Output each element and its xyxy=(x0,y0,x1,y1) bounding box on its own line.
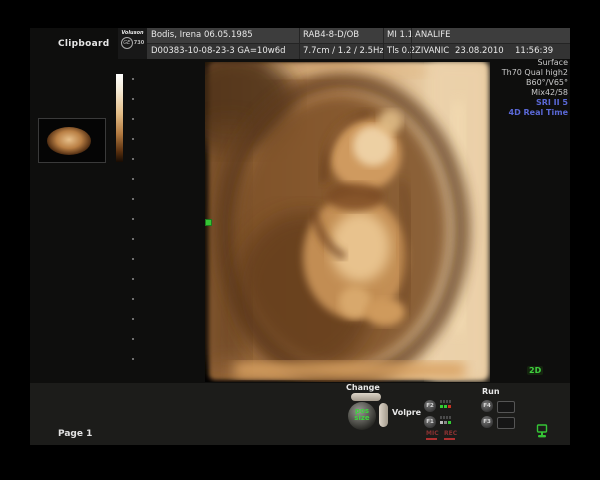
image-edge-marker xyxy=(205,219,212,226)
clipboard-label: Clipboard xyxy=(58,39,110,49)
screen-area: Clipboard Voluson GE 730 Bodis, Irena 06… xyxy=(30,28,570,445)
depth-gain-freq: 7.7cm / 1.2 / 2.5Hz xyxy=(303,46,384,56)
rec-label: REC xyxy=(444,430,457,437)
mic-indicator-bar xyxy=(426,438,437,440)
date-label: 23.08.2010 xyxy=(455,46,504,56)
mi-value: MI 1.1 xyxy=(387,30,413,40)
divider xyxy=(411,28,412,59)
time-label: 11:56:39 xyxy=(515,46,553,56)
volpre-label: Volpre xyxy=(392,408,421,417)
monitor: Clipboard Voluson GE 730 Bodis, Irena 06… xyxy=(0,0,600,480)
ultrasound-image[interactable] xyxy=(205,62,490,382)
probe-label: RAB4-8-D/OB xyxy=(303,30,359,40)
divider xyxy=(383,28,384,59)
divider xyxy=(299,28,300,59)
save-device-icon xyxy=(536,424,548,443)
f2-key[interactable]: F2 xyxy=(424,400,436,412)
patient-id-ga: D00383-10-08-23-3 GA=10w6d xyxy=(151,46,286,56)
volpre-button[interactable] xyxy=(379,403,388,427)
ge-monogram-icon: GE xyxy=(121,37,133,49)
change-button[interactable] xyxy=(351,393,381,401)
rec-level-meter xyxy=(440,416,456,427)
f1-key[interactable]: F1 xyxy=(424,416,436,428)
info-row-bottom: D00383-10-08-23-3 GA=10w6d 7.7cm / 1.2 /… xyxy=(147,44,570,59)
fetus-4d-render xyxy=(205,62,490,382)
f4-key[interactable]: F4 xyxy=(481,400,493,412)
patient-info-bar: Bodis, Irena 06.05.1985 RAB4-8-D/OB MI 1… xyxy=(147,28,570,59)
patient-name-dob: Bodis, Irena 06.05.1985 xyxy=(151,30,253,40)
trackball-button[interactable]: pos size xyxy=(348,402,376,430)
mic-label: MIC xyxy=(426,430,439,437)
operator-label: ZIVANIC xyxy=(415,46,449,56)
change-label: Change xyxy=(346,383,380,392)
page-indicator: Page 1 xyxy=(58,429,92,439)
f4-status-box xyxy=(497,401,515,413)
mode-2d-badge: 2D xyxy=(527,366,543,375)
f3-status-box xyxy=(497,417,515,429)
facility-label: ANALIFE xyxy=(415,30,451,40)
f3-key[interactable]: F3 xyxy=(481,416,493,428)
grayscale-bar xyxy=(116,74,123,162)
clipboard-thumbnail[interactable] xyxy=(38,118,106,163)
info-row-top: Bodis, Irena 06.05.1985 RAB4-8-D/OB MI 1… xyxy=(147,28,570,44)
trackball-size-label: size xyxy=(348,415,376,422)
model-label: 730 xyxy=(134,40,144,46)
rec-indicator-bar xyxy=(444,438,455,440)
mic-level-meter xyxy=(440,400,456,411)
run-label: Run xyxy=(482,387,500,396)
bottom-status-bar: Page 1 Change pos size Volpre F2 F1 MIC … xyxy=(30,383,570,445)
thumbnail-image xyxy=(47,127,91,155)
brand-label: Voluson xyxy=(118,30,147,36)
depth-scale-ticks xyxy=(132,78,134,368)
voluson-logo: Voluson GE 730 xyxy=(118,28,147,59)
